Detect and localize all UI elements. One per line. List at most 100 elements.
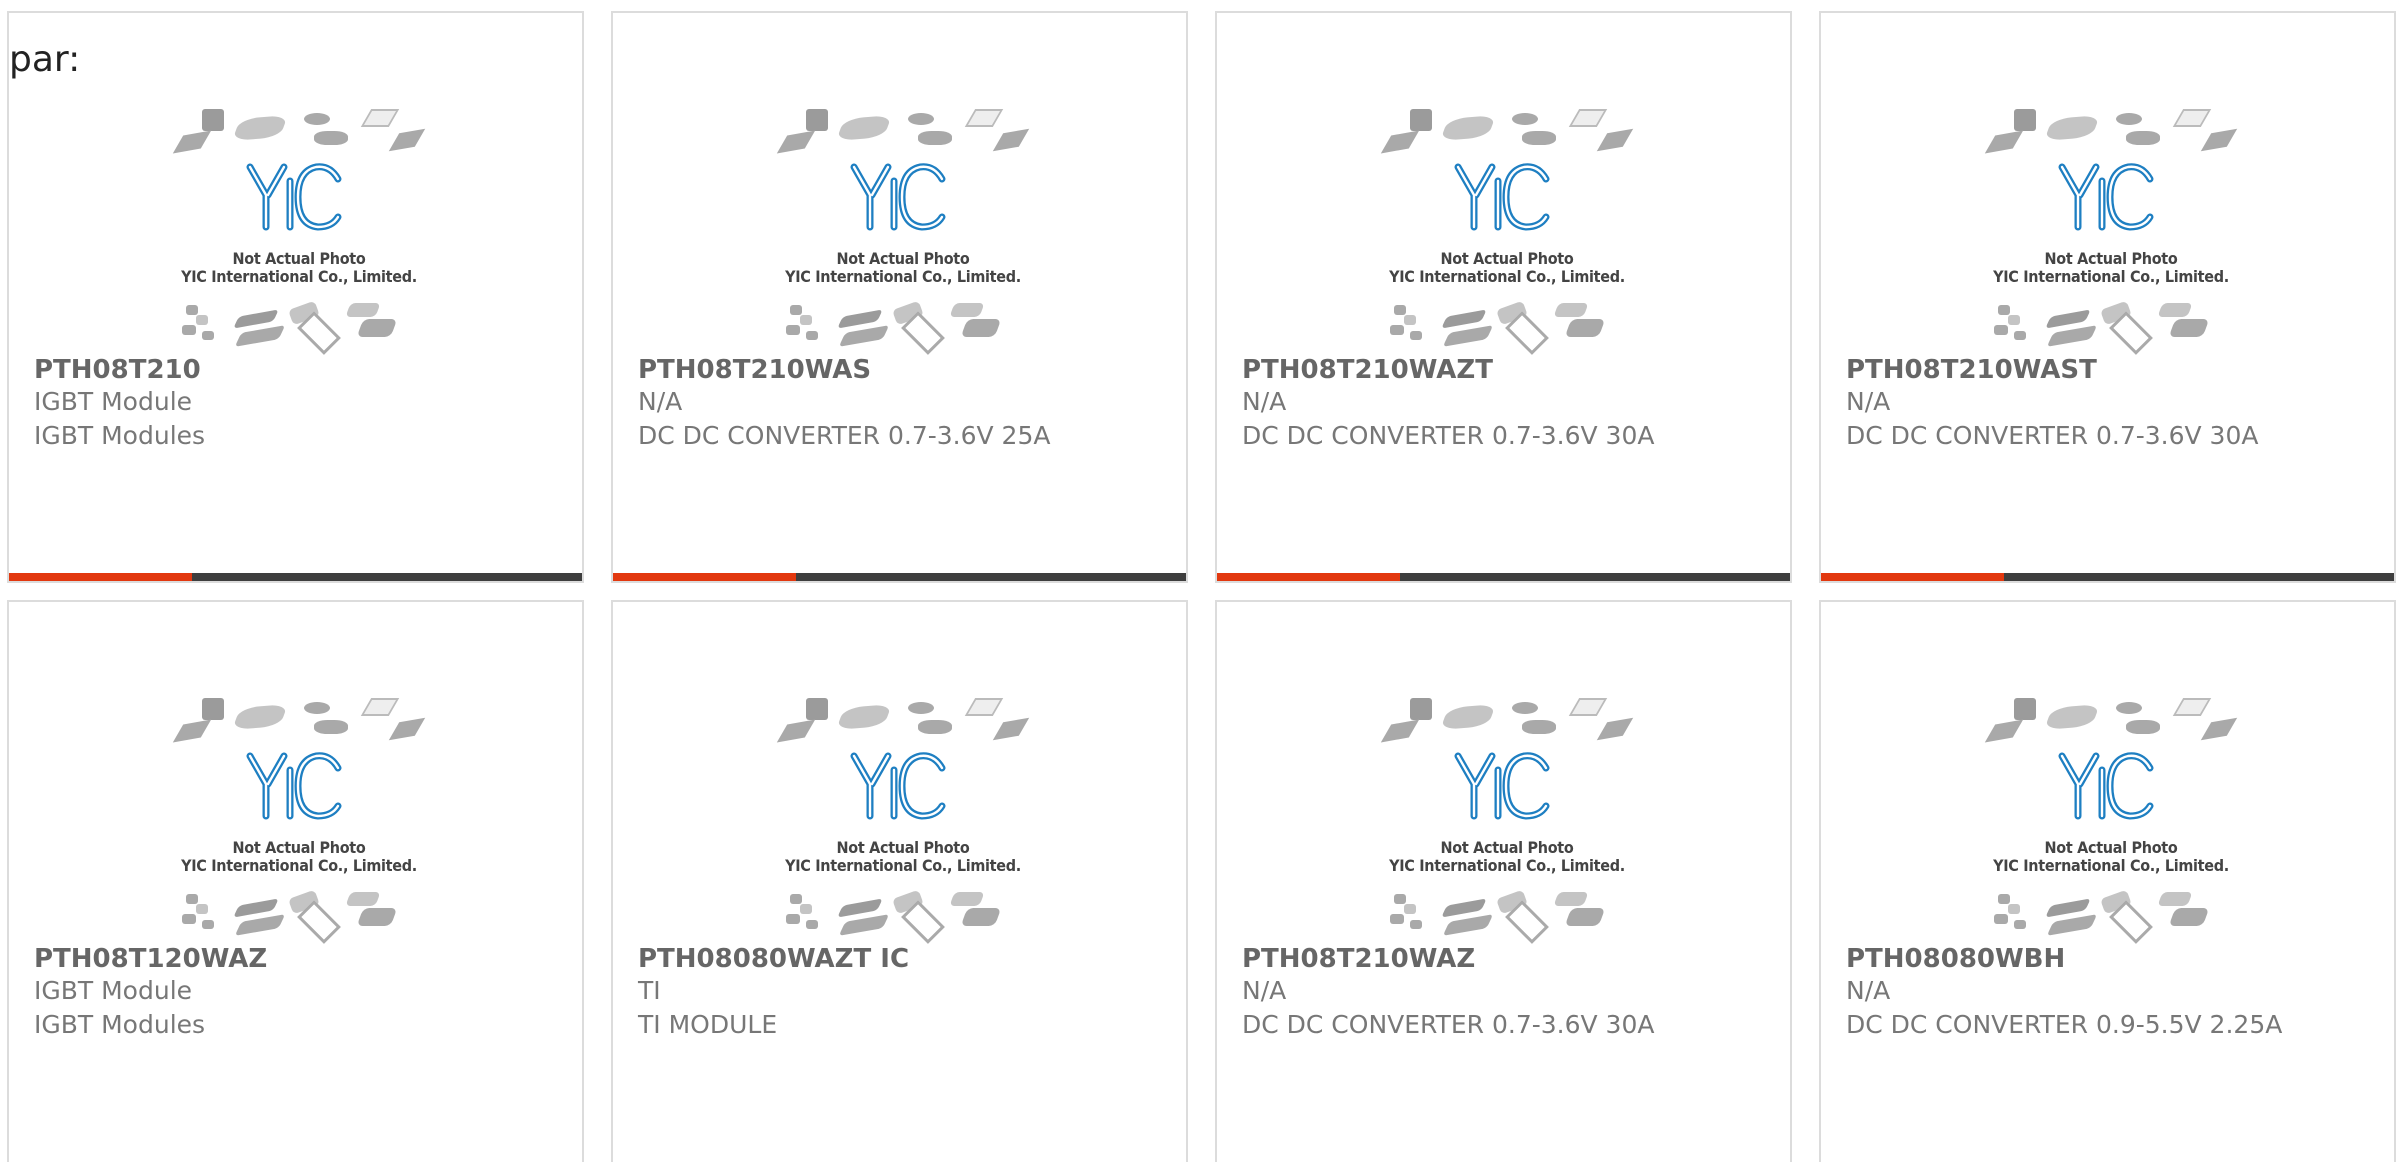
product-manufacturer: IGBT Module — [34, 387, 193, 416]
product-part-number[interactable]: PTH08080WAZT IC — [638, 944, 909, 974]
chip-icon — [345, 892, 381, 906]
chip-icon — [1394, 894, 1406, 904]
card-footer-bar — [9, 573, 582, 581]
product-image-placeholder[interactable]: Not Actual Photo YIC International Co., … — [768, 101, 1038, 361]
chip-icon — [806, 331, 818, 340]
card-footer-bar — [613, 573, 1186, 581]
chip-icon — [1596, 128, 1634, 152]
product-description: DC DC CONVERTER 0.7-3.6V 25A — [638, 421, 1051, 450]
chip-icon — [234, 325, 286, 347]
chip-icon — [2168, 908, 2210, 926]
product-part-number[interactable]: PTH08T210WAS — [638, 355, 871, 385]
product-part-number[interactable]: PTH08T210WAST — [1846, 355, 2097, 385]
chip-icon — [964, 698, 1004, 716]
product-description: DC DC CONVERTER 0.7-3.6V 30A — [1242, 421, 1655, 450]
placeholder-caption: Not Actual Photo — [232, 249, 366, 268]
chip-icon — [2116, 113, 2142, 125]
product-manufacturer: TI — [638, 976, 661, 1005]
product-card[interactable]: Not Actual Photo YIC International Co., … — [7, 11, 584, 583]
chip-icon — [1553, 892, 1589, 906]
yic-logo-icon — [2058, 163, 2154, 231]
chip-icon — [356, 319, 398, 337]
product-image-placeholder[interactable]: Not Actual Photo YIC International Co., … — [1372, 101, 1642, 361]
yic-logo-icon — [850, 163, 946, 231]
chip-icon — [2116, 702, 2142, 714]
heading-prefix: par: — [9, 39, 81, 80]
product-card[interactable]: Not Actual Photo YIC International Co., … — [7, 600, 584, 1162]
chip-icon — [2157, 303, 2193, 317]
chip-icon — [806, 698, 828, 720]
chip-icon — [776, 719, 816, 743]
product-description: DC DC CONVERTER 0.7-3.6V 30A — [1846, 421, 2259, 450]
product-part-number[interactable]: PTH08080WBH — [1846, 944, 2065, 974]
product-card[interactable]: Not Actual Photo YIC International Co., … — [1215, 600, 1792, 1162]
product-part-number[interactable]: PTH08T120WAZ — [34, 944, 267, 974]
product-image-placeholder[interactable]: Not Actual Photo YIC International Co., … — [768, 690, 1038, 950]
chip-icon — [1596, 717, 1634, 741]
product-manufacturer: N/A — [638, 387, 683, 416]
chip-icon — [360, 109, 400, 127]
yic-logo-icon — [850, 752, 946, 820]
chip-icon — [1442, 325, 1494, 347]
chip-icon — [1390, 914, 1404, 924]
product-card[interactable]: Not Actual Photo YIC International Co., … — [1819, 600, 2396, 1162]
chip-icon — [388, 128, 426, 152]
placeholder-company: YIC International Co., Limited. — [1389, 267, 1625, 286]
placeholder-caption: Not Actual Photo — [232, 838, 366, 857]
chip-icon — [304, 702, 330, 714]
chip-icon — [1522, 720, 1556, 734]
chip-icon — [790, 894, 802, 904]
chip-icon — [786, 914, 800, 924]
chip-icon — [1568, 109, 1608, 127]
product-description: DC DC CONVERTER 0.7-3.6V 30A — [1242, 1010, 1655, 1039]
chip-icon — [1404, 315, 1416, 325]
chip-icon — [1564, 319, 1606, 337]
chip-icon — [1404, 904, 1416, 914]
card-footer-bar — [1217, 573, 1790, 581]
product-image-placeholder[interactable]: Not Actual Photo YIC International Co., … — [1976, 690, 2246, 950]
card-footer-accent — [9, 573, 192, 581]
chip-icon — [1439, 703, 1497, 731]
chip-icon — [2014, 698, 2036, 720]
yic-logo-icon — [246, 163, 342, 231]
product-card[interactable]: Not Actual Photo YIC International Co., … — [611, 11, 1188, 583]
yic-logo-icon — [246, 752, 342, 820]
placeholder-caption: Not Actual Photo — [2044, 838, 2178, 857]
placeholder-company: YIC International Co., Limited. — [1993, 856, 2229, 875]
chip-icon — [2008, 315, 2020, 325]
chip-icon — [1568, 698, 1608, 716]
product-image-placeholder[interactable]: Not Actual Photo YIC International Co., … — [164, 101, 434, 361]
product-description: DC DC CONVERTER 0.9-5.5V 2.25A — [1846, 1010, 2283, 1039]
chip-icon — [1994, 325, 2008, 335]
chip-icon — [1441, 309, 1487, 329]
chip-icon — [2172, 109, 2212, 127]
card-footer-accent — [613, 573, 796, 581]
chip-icon — [2014, 109, 2036, 131]
product-part-number[interactable]: PTH08T210WAZT — [1242, 355, 1493, 385]
product-part-number[interactable]: PTH08T210WAZ — [1242, 944, 1475, 974]
product-manufacturer: N/A — [1846, 976, 1891, 1005]
product-card[interactable]: Not Actual Photo YIC International Co., … — [611, 600, 1188, 1162]
card-footer-bar — [1821, 573, 2394, 581]
chip-icon — [1439, 114, 1497, 142]
chip-icon — [360, 698, 400, 716]
product-part-number[interactable]: PTH08T210 — [34, 355, 201, 385]
chip-icon — [2014, 331, 2026, 340]
chip-icon — [908, 113, 934, 125]
product-image-placeholder[interactable]: Not Actual Photo YIC International Co., … — [1976, 101, 2246, 361]
chip-icon — [196, 904, 208, 914]
chip-icon — [838, 325, 890, 347]
yic-logo-icon — [1454, 163, 1550, 231]
chip-icon — [960, 908, 1002, 926]
chip-icon — [2043, 703, 2101, 731]
chip-icon — [1441, 898, 1487, 918]
placeholder-company: YIC International Co., Limited. — [785, 856, 1021, 875]
chip-icon — [314, 131, 348, 145]
chip-icon — [2014, 920, 2026, 929]
product-card[interactable]: Not Actual Photo YIC International Co., … — [1819, 11, 2396, 583]
product-card[interactable]: Not Actual Photo YIC International Co., … — [1215, 11, 1792, 583]
chip-icon — [918, 131, 952, 145]
chip-icon — [2168, 319, 2210, 337]
product-image-placeholder[interactable]: Not Actual Photo YIC International Co., … — [164, 690, 434, 950]
product-image-placeholder[interactable]: Not Actual Photo YIC International Co., … — [1372, 690, 1642, 950]
